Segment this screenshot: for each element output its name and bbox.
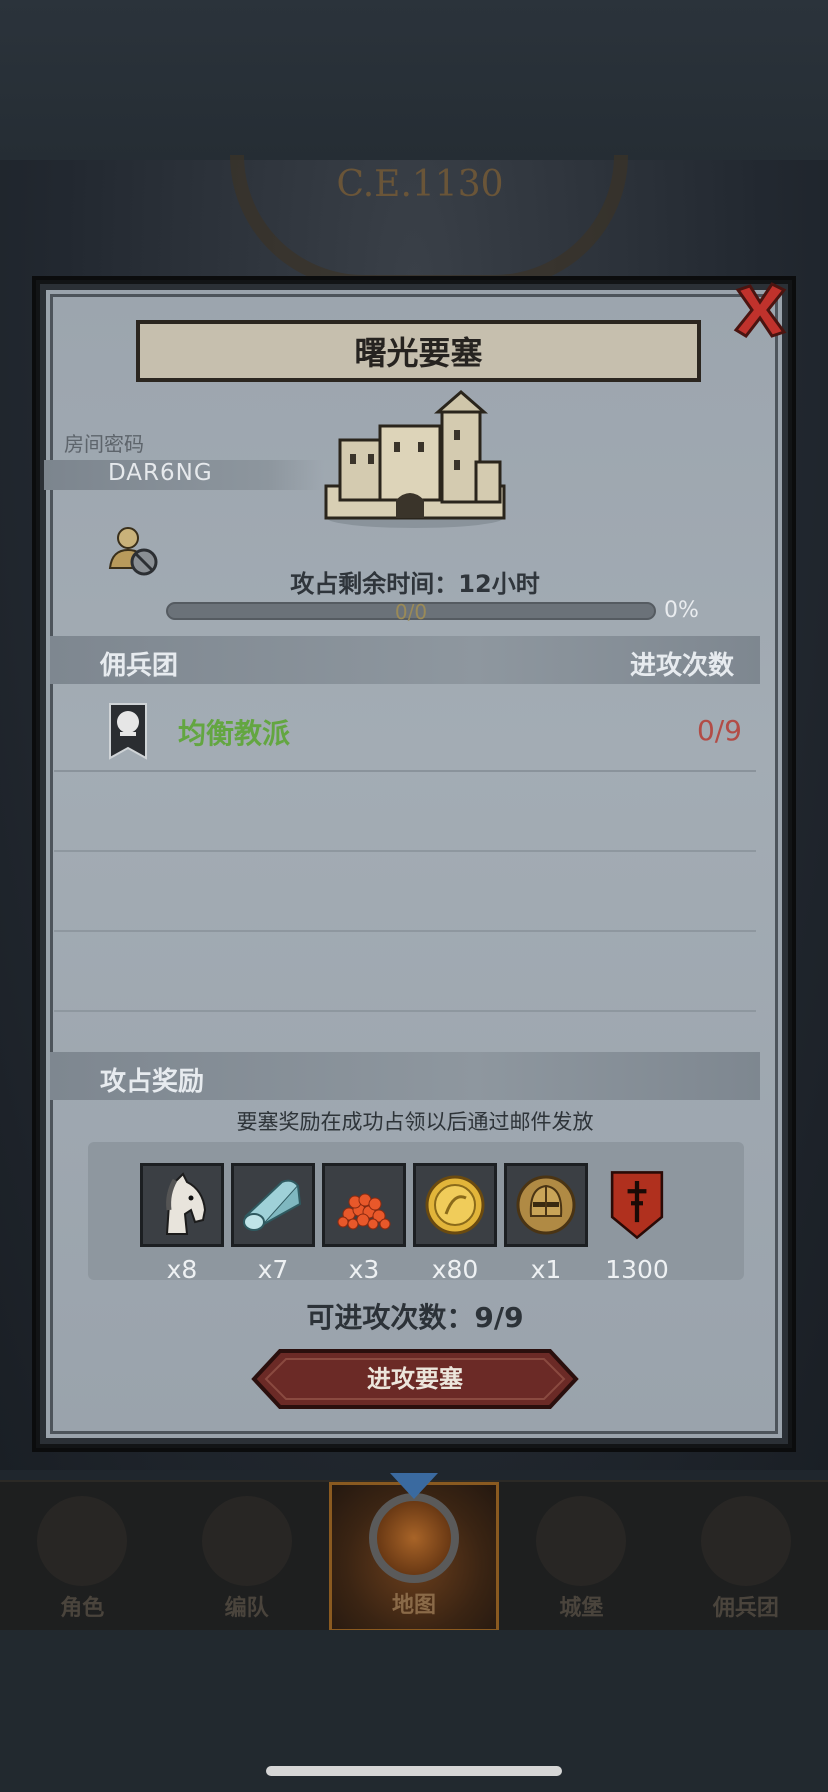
- reward-item[interactable]: x3: [322, 1163, 406, 1284]
- nav-item-formation[interactable]: 编队: [164, 1482, 328, 1632]
- reward-quantity: 1300: [605, 1255, 669, 1284]
- dialog-title: 曙光要塞: [354, 334, 483, 372]
- fortress-castle-image: [320, 390, 510, 530]
- nav-item-character[interactable]: 角色: [0, 1482, 164, 1632]
- nav-item-map[interactable]: 地图: [328, 1473, 500, 1632]
- dialog-title-bar: 曙光要塞: [136, 320, 701, 382]
- nav-label: 地图: [392, 1593, 437, 1618]
- era-label: C.E.1130: [336, 164, 504, 205]
- mercenary-name: 均衡教派: [178, 717, 291, 750]
- banner-icon: [108, 702, 148, 760]
- character-icon: [37, 1496, 128, 1586]
- progress-text: 0/0: [394, 600, 428, 624]
- reward-item[interactable]: x1: [504, 1163, 588, 1284]
- occupy-time-remaining: 攻占剩余时间：12小时: [290, 570, 540, 598]
- rewards-note: 要塞奖励在成功占领以后通过邮件发放: [236, 1110, 594, 1134]
- chevron-down-icon: [390, 1473, 439, 1499]
- reward-quantity: x3: [348, 1255, 380, 1284]
- reward-quantity: x7: [257, 1255, 289, 1284]
- attack-button-label: 进攻要塞: [367, 1365, 463, 1393]
- room-code: DAR6NG: [108, 460, 213, 486]
- mercenary-icon: [700, 1496, 791, 1586]
- attack-fortress-button[interactable]: 进攻要塞: [250, 1348, 580, 1410]
- map-icon: [369, 1493, 460, 1583]
- empty-row: [54, 932, 756, 1012]
- reward-item[interactable]: x80: [413, 1163, 497, 1284]
- reward-item[interactable]: 1300: [595, 1163, 679, 1284]
- progress-percent: 0%: [664, 598, 699, 623]
- formation-icon: [201, 1496, 292, 1586]
- horse-icon: [140, 1163, 224, 1247]
- reward-quantity: x1: [530, 1255, 562, 1284]
- rewards-list: x8 x7 x3 x80 x1 1300: [140, 1163, 679, 1284]
- nav-item-mercenary[interactable]: 佣兵团: [664, 1482, 828, 1632]
- nav-label: 角色: [60, 1596, 105, 1621]
- reward-item[interactable]: x8: [140, 1163, 224, 1284]
- knight-helmet-icon: [504, 1163, 588, 1247]
- close-icon: [733, 282, 787, 338]
- rewards-header: 攻占奖励: [100, 1067, 205, 1097]
- bottom-nav: 角色 编队 地图 城堡 佣兵团: [0, 1473, 828, 1632]
- no-player-icon[interactable]: [106, 522, 162, 578]
- mercenary-header: 佣兵团: [100, 651, 179, 681]
- nav-label: 编队: [224, 1596, 269, 1621]
- room-code-label: 房间密码: [64, 432, 144, 456]
- list-item[interactable]: 均衡教派 0/9: [54, 694, 756, 772]
- cloth-roll-icon: [231, 1163, 315, 1247]
- guild-emblem-icon: [595, 1163, 679, 1247]
- empty-row: [54, 772, 756, 852]
- nav-item-castle[interactable]: 城堡: [499, 1482, 663, 1632]
- empty-row: [54, 852, 756, 932]
- roe-icon: [322, 1163, 406, 1247]
- close-button[interactable]: [730, 280, 790, 340]
- nav-label: 佣兵团: [712, 1596, 779, 1621]
- reward-item[interactable]: x7: [231, 1163, 315, 1284]
- reward-quantity: x8: [166, 1255, 198, 1284]
- remaining-attempts: 可进攻次数：9/9: [306, 1301, 524, 1334]
- home-indicator[interactable]: [266, 1766, 562, 1776]
- gold-coin-icon: [413, 1163, 497, 1247]
- status-bar-area: [0, 0, 828, 160]
- castle-icon: [536, 1496, 627, 1586]
- attack-count-header: 进攻次数: [630, 651, 735, 681]
- mercenary-attack-count: 0/9: [696, 714, 742, 747]
- nav-label: 城堡: [559, 1596, 604, 1621]
- reward-quantity: x80: [431, 1255, 479, 1284]
